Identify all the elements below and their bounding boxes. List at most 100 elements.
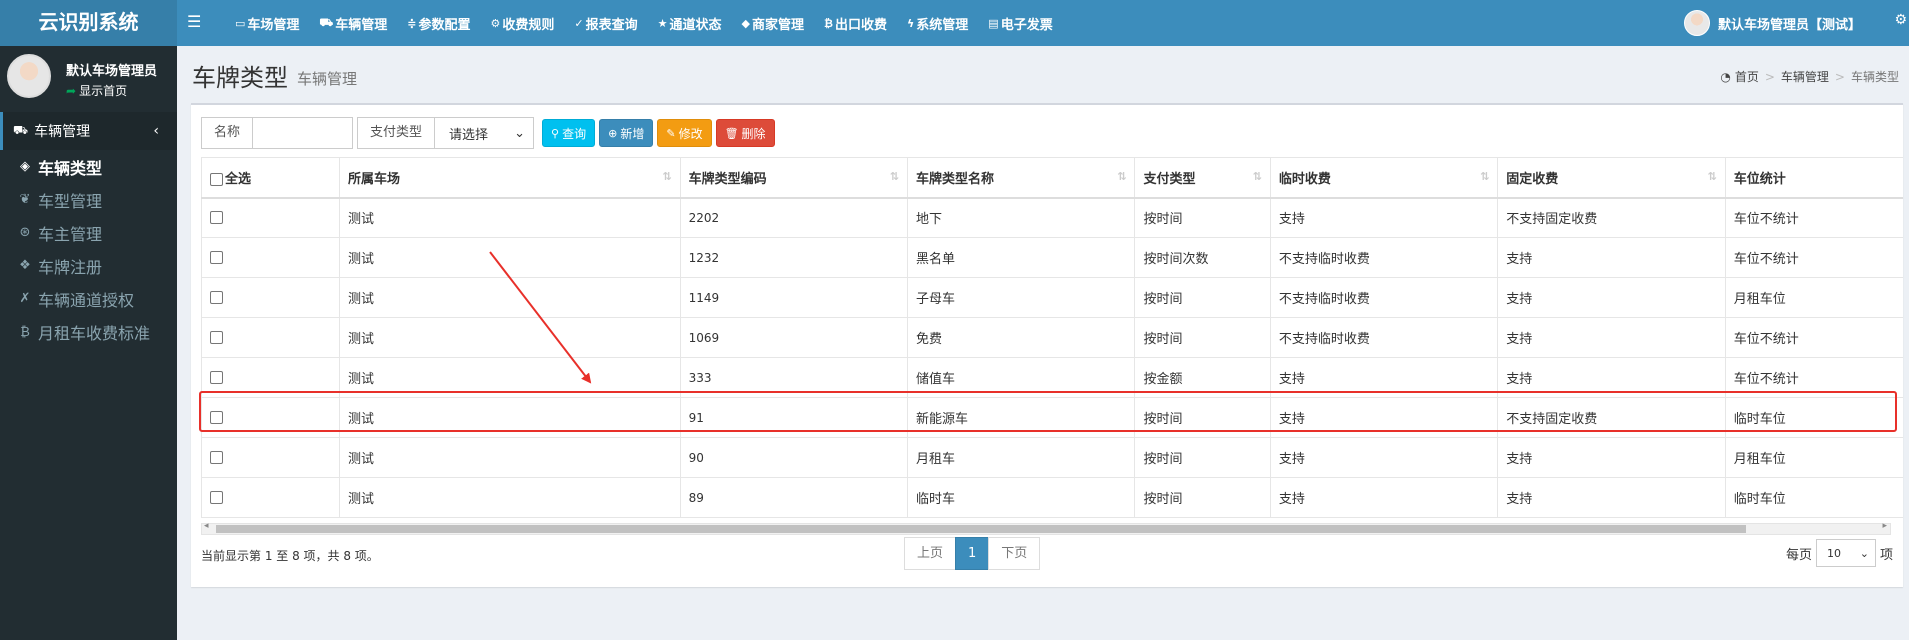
chevron-left-icon: ‹ [153, 123, 159, 139]
topnav-item-9[interactable]: ▤ 电子发票 [978, 0, 1062, 46]
user-status[interactable]: ➦ 显示首页 [66, 82, 127, 99]
gears-icon[interactable]: ⚙ [1894, 12, 1907, 28]
table-cell: 临时车位 [1724, 477, 1903, 518]
topnav-item-2[interactable]: ≑ 参数配置 [397, 0, 480, 46]
column-header-1[interactable]: 车牌类型编码 ⇅ [679, 157, 909, 199]
table-row[interactable]: 测试1232黑名单按时间次数不支持临时收费支持车位不统计不下载 [201, 237, 1903, 278]
topnav-item-3[interactable]: ⚙ 收费规则 [481, 0, 565, 46]
row-checkbox[interactable] [210, 451, 223, 464]
tag-icon: ◆ [741, 16, 750, 30]
table-cell: 不支持临时收费 [1269, 237, 1499, 278]
name-input[interactable] [253, 117, 354, 149]
row-checkbox[interactable] [210, 291, 223, 304]
table-row[interactable]: 测试2202地下按时间支持不支持固定收费车位不统计下载 [201, 197, 1903, 238]
topnav-item-label: 商家管理 [752, 17, 805, 33]
column-header-5[interactable]: 固定收费 ⇅ [1497, 157, 1726, 199]
sidebar-item-2[interactable]: ⊛ 车主管理 [0, 216, 177, 249]
column-header-label: 固定收费 [1506, 171, 1559, 187]
table-cell: 支持 [1497, 477, 1726, 518]
edit-icon: ✎ [666, 126, 676, 140]
page-1-button[interactable]: 1 [955, 537, 990, 570]
user-menu[interactable]: 默认车场管理员【测试】 [1683, 0, 1861, 46]
topnav-item-label: 参数配置 [418, 17, 471, 33]
row-checkbox[interactable] [210, 251, 223, 264]
row-checkbox[interactable] [210, 411, 223, 424]
sidebar-section-vehicle[interactable]: ⛟ 车辆管理 ‹ [0, 112, 177, 150]
query-button[interactable]: ⚲ 查询 [542, 119, 596, 147]
topnav-item-7[interactable]: ₿ 出口收费 [814, 0, 897, 46]
row-select-cell[interactable] [201, 397, 341, 438]
user-menu-label: 默认车场管理员【测试】 [1717, 17, 1861, 33]
sort-icon[interactable]: ⇅ [1480, 170, 1489, 183]
table-row[interactable]: 测试1149子母车按时间不支持临时收费支持月租车位下载 [201, 277, 1903, 318]
per-page-select[interactable]: 10 ⌄ [1815, 539, 1876, 567]
table-row[interactable]: 测试333储值车按金额支持支持车位不统计下载 [201, 357, 1903, 398]
row-select-cell[interactable] [201, 277, 341, 318]
edit-button[interactable]: ✎ 修改 [657, 119, 712, 147]
table-cell: 地下 [906, 197, 1136, 238]
cube-icon: ◈ [20, 159, 30, 174]
row-select-cell[interactable] [201, 317, 341, 358]
sidebar-item-0[interactable]: ◈ 车辆类型 [0, 150, 177, 183]
row-checkbox[interactable] [210, 491, 223, 504]
row-checkbox[interactable] [210, 211, 223, 225]
column-header-label: 车牌类型编码 [688, 171, 767, 187]
select-all-checkbox[interactable] [210, 172, 223, 186]
sort-icon[interactable]: ⇅ [890, 170, 899, 183]
sort-icon[interactable]: ⇅ [1253, 170, 1262, 183]
table-row[interactable]: 测试1069免费按时间不支持临时收费支持车位不统计下载 [201, 317, 1903, 358]
select-all-header[interactable]: 全选 [201, 157, 341, 199]
scroll-left-icon[interactable]: ◂ [204, 521, 209, 531]
column-header-label: 车位统计 [1733, 171, 1786, 187]
add-button[interactable]: ⊕ 新增 [599, 119, 654, 147]
row-select-cell[interactable] [201, 477, 341, 518]
scrollbar-thumb[interactable] [216, 525, 1746, 533]
topnav-item-4[interactable]: ✓ 报表查询 [564, 0, 647, 46]
row-select-cell[interactable] [201, 357, 341, 398]
select-all-label: 全选 [225, 171, 252, 187]
topnav-item-0[interactable]: ▭ 车场管理 [225, 0, 309, 46]
column-header-0[interactable]: 所属车场 ⇅ [339, 157, 681, 199]
row-checkbox[interactable] [210, 331, 223, 344]
magic-icon: ✗ [19, 291, 31, 306]
table-row[interactable]: 测试90月租车按时间支持支持月租车位下载 [201, 437, 1903, 478]
sidebar-item-4[interactable]: ✗ 车辆通道授权 [0, 282, 177, 315]
app-logo[interactable]: 云识别系统 [0, 0, 177, 46]
per-page-suffix: 项 [1879, 547, 1893, 563]
topnav-item-6[interactable]: ◆ 商家管理 [732, 0, 814, 46]
table-cell: 1232 [679, 237, 909, 278]
breadcrumb-home[interactable]: 首页 [1735, 68, 1759, 85]
table-cell: 支持 [1269, 197, 1499, 238]
sidebar-item-5[interactable]: ₿ 月租车收费标准 [0, 315, 177, 348]
column-header-6[interactable]: 车位统计⇅ [1724, 157, 1903, 199]
table-row[interactable]: 测试89临时车按时间支持支持临时车位下载 [201, 477, 1903, 518]
topnav-item-1[interactable]: ⛟ 车辆管理 [309, 0, 397, 46]
row-select-cell[interactable] [201, 437, 341, 478]
delete-button[interactable]: 🗑 删除 [715, 119, 775, 147]
next-page-button[interactable]: 下页 [988, 537, 1041, 570]
row-select-cell[interactable] [201, 197, 341, 238]
sidebar-section-label: 车辆管理 [34, 124, 91, 140]
scroll-right-icon[interactable]: ▸ [1882, 521, 1887, 531]
topnav-item-8[interactable]: ϟ 系统管理 [897, 0, 978, 46]
row-select-cell[interactable] [201, 237, 341, 278]
sidebar-item-1[interactable]: ❦ 车型管理 [0, 183, 177, 216]
column-header-2[interactable]: 车牌类型名称 ⇅ [906, 157, 1136, 199]
table-row[interactable]: 测试91新能源车按时间支持不支持固定收费临时车位下载 [201, 397, 1903, 438]
sidebar-item-3[interactable]: ❖ 车牌注册 [0, 249, 177, 282]
breadcrumb-section[interactable]: 车辆管理 [1781, 68, 1829, 85]
hamburger-menu-icon[interactable]: ☰ [187, 0, 201, 46]
table-cell: 支持 [1497, 317, 1726, 358]
cogs-icon: ⚙ [490, 16, 501, 30]
table-cell: 按时间次数 [1134, 237, 1271, 278]
topnav-item-5[interactable]: ★ 通道状态 [648, 0, 732, 46]
sort-icon[interactable]: ⇅ [662, 170, 671, 183]
sort-icon[interactable]: ⇅ [1708, 170, 1717, 183]
sort-icon[interactable]: ⇅ [1117, 170, 1126, 183]
pay-type-select[interactable]: 请选择 ⌄ [435, 117, 535, 149]
horizontal-scrollbar[interactable]: ◂ ▸ [201, 521, 1891, 535]
column-header-4[interactable]: 临时收费 ⇅ [1269, 157, 1499, 199]
prev-page-button[interactable]: 上页 [904, 537, 957, 570]
column-header-3[interactable]: 支付类型 ⇅ [1134, 157, 1271, 199]
row-checkbox[interactable] [210, 371, 223, 384]
